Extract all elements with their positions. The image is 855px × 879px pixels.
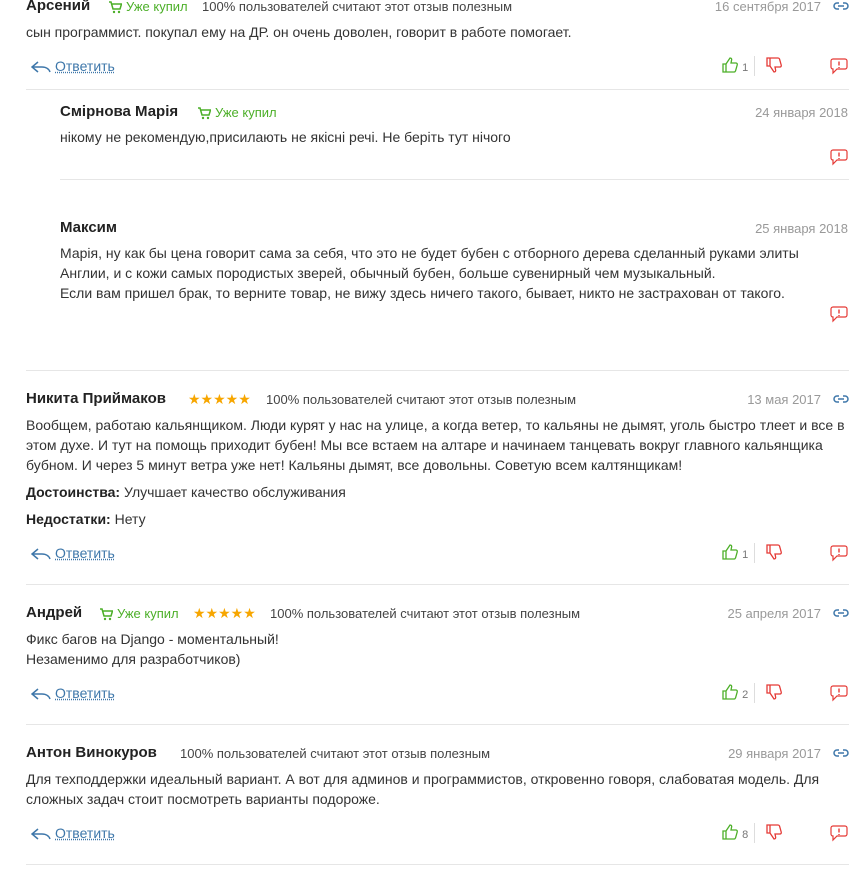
link-icon[interactable]	[833, 0, 849, 13]
review-separator	[26, 724, 849, 725]
review-separator	[26, 584, 849, 585]
cart-icon	[109, 1, 123, 14]
reply-button[interactable]: Ответить	[30, 825, 115, 841]
reply-text-line: Англии, и с кожи самых породистых зверей…	[60, 265, 716, 281]
review-text: сын программист. покупал ему на ДР. он о…	[26, 24, 572, 40]
report-icon[interactable]	[829, 684, 849, 702]
review-date: 16 сентября 2017	[714, 0, 821, 14]
review-date: 25 апреля 2017	[727, 606, 821, 621]
report-icon[interactable]	[829, 824, 849, 842]
review-text-line: Незаменимо для разработчиков)	[26, 651, 241, 667]
disadvantages: Недостатки: Нету	[26, 511, 146, 527]
buyer-badge: Уже купил	[99, 606, 179, 621]
report-icon[interactable]	[829, 57, 849, 75]
thumbs-up-icon	[722, 544, 738, 560]
reply-arrow-icon	[30, 828, 51, 840]
reply-arrow-icon	[30, 548, 51, 560]
link-icon[interactable]	[833, 746, 849, 760]
rating-stars: ★★★★★	[188, 391, 251, 407]
reply-date: 25 января 2018	[755, 221, 848, 236]
buyer-badge: Уже купил	[108, 0, 188, 14]
review-date: 29 января 2017	[728, 746, 821, 761]
cart-icon	[100, 608, 114, 621]
like-count: 1	[742, 62, 749, 74]
useful-info: 100% пользователей считают этот отзыв по…	[270, 606, 581, 621]
like-count: 1	[742, 549, 749, 561]
review-separator	[26, 370, 849, 371]
review-text: Вообщем, работаю кальянщиком. Люди курят…	[26, 417, 845, 473]
useful-info: 100% пользователей считают этот отзыв по…	[202, 0, 513, 14]
like-count: 8	[742, 829, 749, 841]
reply-arrow-icon	[30, 61, 51, 73]
report-icon[interactable]	[829, 544, 849, 562]
reply-date: 24 января 2018	[755, 105, 848, 120]
dislike-button[interactable]	[765, 543, 783, 561]
like-button[interactable]: 8	[721, 823, 748, 841]
review-author: Арсений	[26, 0, 91, 14]
thumbs-down-icon	[766, 544, 782, 560]
vote-divider	[754, 823, 755, 843]
report-icon[interactable]	[829, 148, 849, 166]
review-text-line: Фикс багов на Django - моментальный!	[26, 631, 279, 647]
thumbs-up-icon	[722, 684, 738, 700]
reply-arrow-icon	[30, 688, 51, 700]
review-date: 13 мая 2017	[747, 392, 821, 407]
like-count: 2	[742, 689, 749, 701]
thumbs-up-icon	[722, 57, 738, 73]
review-author: Никита Приймаков	[26, 390, 166, 407]
reply-button[interactable]: Ответить	[30, 685, 115, 701]
reply-separator	[26, 89, 849, 90]
review-author: Андрей	[26, 604, 83, 621]
advantages: Достоинства: Улучшает качество обслужива…	[26, 484, 346, 500]
thumbs-up-icon	[722, 824, 738, 840]
dislike-button[interactable]	[765, 683, 783, 701]
link-icon[interactable]	[833, 392, 849, 406]
vote-divider	[754, 56, 755, 76]
link-icon[interactable]	[833, 606, 849, 620]
dislike-button[interactable]	[765, 823, 783, 841]
reply-button[interactable]: Ответить	[30, 58, 115, 74]
review-author: Антон Винокуров	[26, 744, 157, 761]
like-button[interactable]: 1	[721, 543, 748, 561]
vote-divider	[754, 683, 755, 703]
reply-text-line: Марія, ну как бы цена говорит сама за се…	[60, 245, 799, 261]
report-icon[interactable]	[829, 305, 849, 323]
review-separator	[26, 864, 849, 865]
thumbs-down-icon	[766, 57, 782, 73]
like-button[interactable]: 1	[721, 56, 748, 74]
useful-info: 100% пользователей считают этот отзыв по…	[266, 392, 577, 407]
useful-info: 100% пользователей считают этот отзыв по…	[180, 746, 491, 761]
vote-divider	[754, 543, 755, 563]
reply-author: Максим	[60, 219, 117, 236]
reply-button[interactable]: Ответить	[30, 545, 115, 561]
cart-icon	[198, 107, 212, 120]
reply-text-line: Если вам пришел брак, то верните товар, …	[60, 285, 785, 301]
thumbs-down-icon	[766, 684, 782, 700]
reply-text: нікому не рекомендую,присилають не якісн…	[60, 129, 511, 145]
rating-stars: ★★★★★	[193, 605, 256, 621]
review-text: Для техподдержки идеальный вариант. А во…	[26, 771, 820, 807]
reply-separator	[60, 179, 849, 180]
buyer-badge: Уже купил	[197, 105, 277, 120]
thumbs-down-icon	[766, 824, 782, 840]
reply-author: Смірнова Марія	[60, 103, 179, 120]
like-button[interactable]: 2	[721, 683, 748, 701]
dislike-button[interactable]	[765, 56, 783, 74]
